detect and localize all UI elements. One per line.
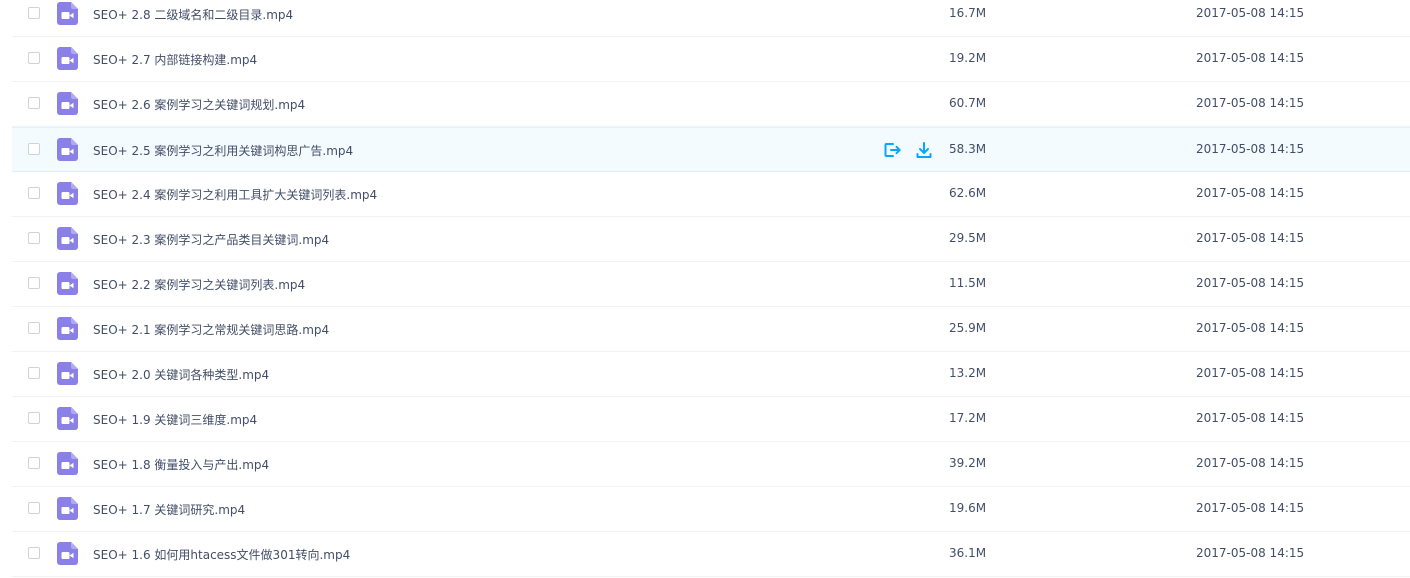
- file-row[interactable]: SEO+ 1.9 关键词三维度.mp4 17.2M 2017-05-08 14:…: [12, 397, 1410, 442]
- video-file-icon: [57, 227, 78, 250]
- file-size: 16.7M: [949, 6, 987, 20]
- file-row[interactable]: SEO+ 2.6 案例学习之关键词规划.mp4 60.7M 2017-05-08…: [12, 82, 1410, 127]
- file-modified-date: 2017-05-08 14:15: [1196, 456, 1305, 470]
- file-size: 11.5M: [949, 276, 987, 290]
- video-file-icon: [57, 542, 78, 565]
- row-checkbox[interactable]: [28, 277, 40, 289]
- file-modified-date: 2017-05-08 14:15: [1196, 501, 1305, 515]
- row-checkbox[interactable]: [28, 143, 40, 155]
- file-name[interactable]: SEO+ 1.7 关键词研究.mp4: [93, 501, 245, 518]
- row-checkbox[interactable]: [28, 52, 40, 64]
- file-row[interactable]: SEO+ 1.7 关键词研究.mp4 19.6M 2017-05-08 14:1…: [12, 487, 1410, 532]
- file-name[interactable]: SEO+ 2.3 案例学习之产品类目关键词.mp4: [93, 231, 329, 248]
- row-checkbox[interactable]: [28, 412, 40, 424]
- file-modified-date: 2017-05-08 14:15: [1196, 6, 1305, 20]
- file-modified-date: 2017-05-08 14:15: [1196, 51, 1305, 65]
- file-row[interactable]: SEO+ 2.1 案例学习之常规关键词思路.mp4 25.9M 2017-05-…: [12, 307, 1410, 352]
- video-file-icon: [57, 92, 78, 115]
- file-size: 29.5M: [949, 231, 987, 245]
- video-file-icon: [57, 497, 78, 520]
- file-modified-date: 2017-05-08 14:15: [1196, 96, 1305, 110]
- row-checkbox[interactable]: [28, 547, 40, 559]
- file-name[interactable]: SEO+ 2.5 案例学习之利用关键词构思广告.mp4: [93, 142, 353, 159]
- file-row[interactable]: SEO+ 2.5 案例学习之利用关键词构思广告.mp4 58.3M 2017-0…: [12, 127, 1410, 172]
- video-file-icon: [57, 272, 78, 295]
- file-size: 17.2M: [949, 411, 987, 425]
- file-modified-date: 2017-05-08 14:15: [1196, 411, 1305, 425]
- video-file-icon: [57, 362, 78, 385]
- file-size: 36.1M: [949, 546, 987, 560]
- file-size: 60.7M: [949, 96, 987, 110]
- row-checkbox[interactable]: [28, 232, 40, 244]
- file-name[interactable]: SEO+ 1.8 衡量投入与产出.mp4: [93, 456, 269, 473]
- video-file-icon: [57, 47, 78, 70]
- file-list: SEO+ 2.8 二级域名和二级目录.mp4 16.7M 2017-05-08 …: [0, 0, 1410, 577]
- file-row[interactable]: SEO+ 1.8 衡量投入与产出.mp4 39.2M 2017-05-08 14…: [12, 442, 1410, 487]
- row-checkbox[interactable]: [28, 97, 40, 109]
- file-row[interactable]: SEO+ 2.7 内部链接构建.mp4 19.2M 2017-05-08 14:…: [12, 37, 1410, 82]
- file-size: 62.6M: [949, 186, 987, 200]
- row-checkbox[interactable]: [28, 7, 40, 19]
- row-checkbox[interactable]: [28, 187, 40, 199]
- file-name[interactable]: SEO+ 2.7 内部链接构建.mp4: [93, 51, 257, 68]
- file-size: 13.2M: [949, 366, 987, 380]
- file-size: 25.9M: [949, 321, 987, 335]
- file-modified-date: 2017-05-08 14:15: [1196, 321, 1305, 335]
- file-modified-date: 2017-05-08 14:15: [1196, 186, 1305, 200]
- video-file-icon: [57, 182, 78, 205]
- file-row[interactable]: SEO+ 1.6 如何用htacess文件做301转向.mp4 36.1M 20…: [12, 532, 1410, 577]
- video-file-icon: [57, 2, 78, 25]
- share-icon[interactable]: [882, 140, 902, 160]
- row-actions: [882, 140, 934, 160]
- file-name[interactable]: SEO+ 2.8 二级域名和二级目录.mp4: [93, 6, 293, 23]
- video-file-icon: [57, 138, 78, 161]
- file-row[interactable]: SEO+ 2.2 案例学习之关键词列表.mp4 11.5M 2017-05-08…: [12, 262, 1410, 307]
- file-row[interactable]: SEO+ 2.0 关键词各种类型.mp4 13.2M 2017-05-08 14…: [12, 352, 1410, 397]
- video-file-icon: [57, 317, 78, 340]
- file-modified-date: 2017-05-08 14:15: [1196, 366, 1305, 380]
- row-checkbox[interactable]: [28, 502, 40, 514]
- file-name[interactable]: SEO+ 1.6 如何用htacess文件做301转向.mp4: [93, 546, 350, 563]
- file-row[interactable]: SEO+ 2.3 案例学习之产品类目关键词.mp4 29.5M 2017-05-…: [12, 217, 1410, 262]
- row-checkbox[interactable]: [28, 367, 40, 379]
- file-size: 19.2M: [949, 51, 987, 65]
- file-modified-date: 2017-05-08 14:15: [1196, 231, 1305, 245]
- row-checkbox[interactable]: [28, 322, 40, 334]
- file-modified-date: 2017-05-08 14:15: [1196, 276, 1305, 290]
- file-name[interactable]: SEO+ 1.9 关键词三维度.mp4: [93, 411, 257, 428]
- file-name[interactable]: SEO+ 2.0 关键词各种类型.mp4: [93, 366, 269, 383]
- file-name[interactable]: SEO+ 2.4 案例学习之利用工具扩大关键词列表.mp4: [93, 186, 377, 203]
- file-name[interactable]: SEO+ 2.6 案例学习之关键词规划.mp4: [93, 96, 305, 113]
- file-size: 58.3M: [949, 142, 987, 156]
- video-file-icon: [57, 452, 78, 475]
- file-size: 19.6M: [949, 501, 987, 515]
- file-name[interactable]: SEO+ 2.1 案例学习之常规关键词思路.mp4: [93, 321, 329, 338]
- download-icon[interactable]: [914, 140, 934, 160]
- file-row[interactable]: SEO+ 2.8 二级域名和二级目录.mp4 16.7M 2017-05-08 …: [12, 0, 1410, 37]
- file-modified-date: 2017-05-08 14:15: [1196, 142, 1305, 156]
- row-checkbox[interactable]: [28, 457, 40, 469]
- video-file-icon: [57, 407, 78, 430]
- file-modified-date: 2017-05-08 14:15: [1196, 546, 1305, 560]
- file-name[interactable]: SEO+ 2.2 案例学习之关键词列表.mp4: [93, 276, 305, 293]
- file-row[interactable]: SEO+ 2.4 案例学习之利用工具扩大关键词列表.mp4 62.6M 2017…: [12, 172, 1410, 217]
- file-size: 39.2M: [949, 456, 987, 470]
